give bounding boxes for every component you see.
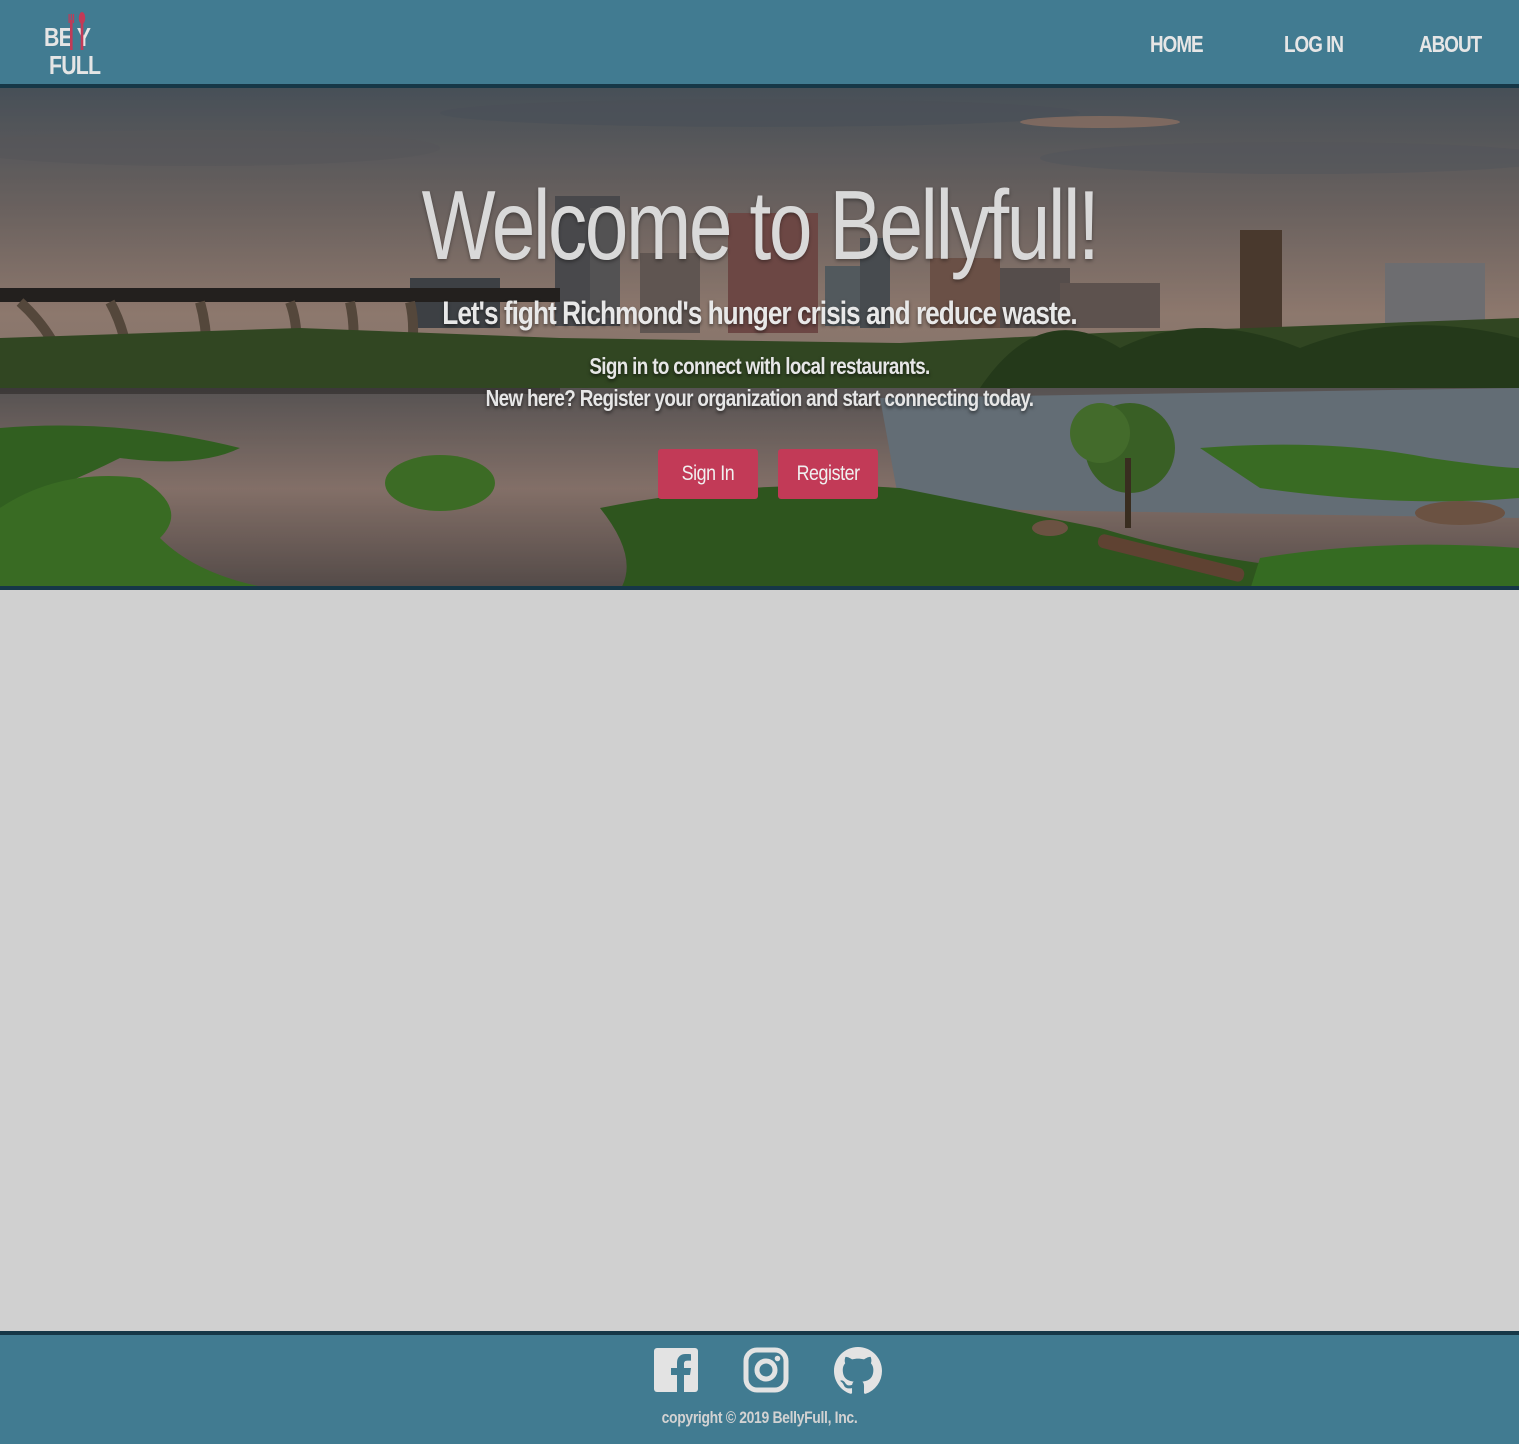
hero-line-sign-in: Sign in to connect with local restaurant… — [589, 353, 930, 379]
sign-in-button[interactable]: Sign In — [658, 449, 758, 499]
instagram-icon[interactable] — [743, 1347, 789, 1393]
logo-text-bottom: FULL — [49, 50, 101, 80]
register-button[interactable]: Register — [778, 449, 878, 499]
github-icon[interactable] — [834, 1347, 882, 1394]
register-label: Register — [796, 462, 860, 485]
hero-line-register: New here? Register your organization and… — [485, 385, 1034, 411]
nav-home[interactable]: HOME — [1150, 30, 1204, 58]
facebook-icon[interactable] — [653, 1347, 699, 1393]
footer: copyright © 2019 BellyFull, Inc. — [0, 1331, 1519, 1444]
hero-title: Welcome to Bellyfull! — [421, 170, 1100, 280]
hero-banner: Welcome to Bellyfull! Let's fight Richmo… — [0, 88, 1519, 590]
bellyfull-logo[interactable]: BE Y FULL — [40, 12, 102, 78]
utensils-icon — [68, 12, 86, 50]
hero-subtitle: Let's fight Richmond's hunger crisis and… — [442, 295, 1077, 331]
copyright-text: copyright © 2019 BellyFull, Inc. — [661, 1408, 858, 1427]
nav-log-in[interactable]: LOG IN — [1284, 30, 1344, 58]
hero-dim-overlay — [0, 88, 1519, 586]
main-content-area — [0, 594, 1519, 1331]
top-navbar: BE Y FULL HOME LOG IN ABOUT — [0, 0, 1519, 88]
sign-in-label: Sign In — [681, 462, 735, 485]
nav-about[interactable]: ABOUT — [1419, 30, 1482, 58]
